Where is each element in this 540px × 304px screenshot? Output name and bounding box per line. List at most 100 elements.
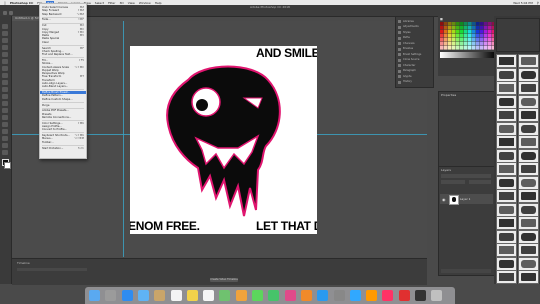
menu-item[interactable]: Auto-Blend Layers...: [40, 85, 86, 88]
color-swatch[interactable]: [472, 34, 476, 38]
color-swatch[interactable]: [484, 30, 488, 34]
color-swatch[interactable]: [448, 30, 452, 34]
color-swatch[interactable]: [440, 46, 444, 50]
calendar-icon[interactable]: [170, 290, 182, 301]
brush-preset-thumbnail[interactable]: [518, 202, 539, 217]
indesign-icon[interactable]: [382, 290, 394, 301]
color-swatch[interactable]: [468, 38, 472, 42]
color-swatch[interactable]: [452, 42, 456, 46]
color-swatch[interactable]: [476, 30, 480, 34]
apple-icon[interactable]: : [4, 1, 6, 5]
color-swatch[interactable]: [472, 26, 476, 30]
color-swatch[interactable]: [456, 26, 460, 30]
menu-window[interactable]: Window: [139, 1, 151, 5]
color-swatch[interactable]: [468, 34, 472, 38]
facetime-icon[interactable]: [268, 290, 280, 301]
color-swatch[interactable]: [488, 26, 492, 30]
collapsed-panel-item[interactable]: Character: [398, 64, 430, 67]
brush-preset-thumbnail[interactable]: [496, 189, 517, 203]
menu-3d[interactable]: 3D: [120, 1, 124, 5]
color-swatch[interactable]: [460, 34, 464, 38]
color-swatch[interactable]: [488, 34, 492, 38]
canvas-text-let-that-die[interactable]: LET THAT DI: [256, 219, 317, 233]
swatch-grid[interactable]: [440, 22, 496, 50]
color-swatch[interactable]: [476, 46, 480, 50]
menu-select[interactable]: Select: [95, 1, 104, 5]
color-swatch[interactable]: [468, 46, 472, 50]
brush-preset-thumbnail[interactable]: [496, 148, 517, 163]
collapsed-panel-item[interactable]: Channels: [398, 42, 430, 45]
color-swatch[interactable]: [456, 34, 460, 38]
color-swatch[interactable]: [448, 38, 452, 42]
collapsed-panel-item[interactable]: History: [398, 80, 430, 84]
type-tool-icon[interactable]: [2, 122, 8, 127]
mail-icon[interactable]: [137, 290, 149, 301]
brush-preset-thumbnail[interactable]: [496, 229, 517, 244]
eps-icon[interactable]: [415, 290, 426, 301]
color-swatch[interactable]: [460, 22, 464, 26]
path-select-tool-icon[interactable]: [2, 129, 8, 134]
color-swatch[interactable]: [472, 30, 476, 34]
color-swatch[interactable]: [444, 30, 448, 34]
menu-item[interactable]: Fade... ⇧⌘F: [40, 18, 86, 21]
color-swatch[interactable]: [484, 26, 488, 30]
color-swatch[interactable]: [448, 46, 452, 50]
menu-item[interactable]: Start Dictation... fn fn: [40, 147, 86, 150]
color-swatch[interactable]: [452, 34, 456, 38]
swatch-gray-ramp[interactable]: [440, 52, 496, 58]
eraser-tool-icon[interactable]: [2, 94, 8, 99]
eyedropper-tool-icon[interactable]: [2, 59, 8, 64]
shape-tool-icon[interactable]: [2, 136, 8, 141]
skull-artwork[interactable]: [158, 60, 288, 218]
menu-item[interactable]: Purge: [40, 104, 86, 107]
color-swatch[interactable]: [464, 46, 468, 50]
brush-preset-thumbnail[interactable]: [496, 175, 517, 190]
collapsed-panel-item[interactable]: Libraries: [398, 20, 430, 23]
collapsed-panel-item[interactable]: Styles: [398, 31, 430, 34]
spotlight-icon[interactable]: ⚲: [537, 1, 539, 5]
color-swatch[interactable]: [476, 38, 480, 42]
color-swatch[interactable]: [460, 26, 464, 30]
color-swatch[interactable]: [448, 26, 452, 30]
color-swatch[interactable]: [460, 46, 464, 50]
color-swatch[interactable]: [448, 22, 452, 26]
timeline-tab[interactable]: Timeline: [17, 261, 30, 265]
color-swatch[interactable]: [480, 22, 484, 26]
lasso-tool-icon[interactable]: [2, 38, 8, 43]
color-swatch[interactable]: [444, 46, 448, 50]
color-swatch[interactable]: [476, 42, 480, 46]
brush-preset-thumbnail[interactable]: [496, 243, 517, 257]
color-swatch[interactable]: [460, 42, 464, 46]
menu-filter[interactable]: Filter: [108, 1, 115, 5]
color-swatch[interactable]: [452, 30, 456, 34]
create-video-timeline-button[interactable]: Create Video Timeline: [210, 278, 238, 282]
zoom-tool-icon[interactable]: [2, 150, 8, 155]
color-swatch[interactable]: [456, 38, 460, 42]
menu-item[interactable]: Define Custom Shape...: [40, 98, 86, 101]
color-swatch[interactable]: [456, 30, 460, 34]
brush-preset-thumbnail[interactable]: [518, 148, 539, 163]
color-swatch[interactable]: [440, 38, 444, 42]
color-swatch[interactable]: [464, 34, 468, 38]
color-swatch[interactable]: [480, 42, 484, 46]
color-swatch[interactable]: [456, 42, 460, 46]
swatches-tab[interactable]: ■: [440, 17, 443, 21]
layer-filter-bar[interactable]: [441, 174, 491, 178]
menu-item[interactable]: Convert to Profile...: [40, 128, 86, 131]
brush-preset-thumbnail[interactable]: [518, 162, 539, 176]
color-swatch[interactable]: [464, 42, 468, 46]
brush-preset-thumbnail[interactable]: [496, 202, 517, 217]
brush-preset-thumbnail[interactable]: [496, 67, 517, 82]
color-swatch[interactable]: [468, 42, 472, 46]
brush-preset-thumbnail[interactable]: [518, 216, 539, 230]
move-tool-icon[interactable]: [2, 24, 8, 29]
brush-preset-thumbnail[interactable]: [496, 108, 517, 122]
menu-item[interactable]: Remote Connections...: [40, 116, 86, 119]
color-swatch[interactable]: [468, 22, 472, 26]
color-swatch[interactable]: [440, 30, 444, 34]
layer-visibility-eye-icon[interactable]: ◉: [442, 197, 446, 202]
color-swatch[interactable]: [452, 22, 456, 26]
messages-icon[interactable]: [252, 290, 263, 301]
color-swatch[interactable]: [456, 22, 460, 26]
brush-preset-thumbnail[interactable]: [496, 94, 517, 109]
